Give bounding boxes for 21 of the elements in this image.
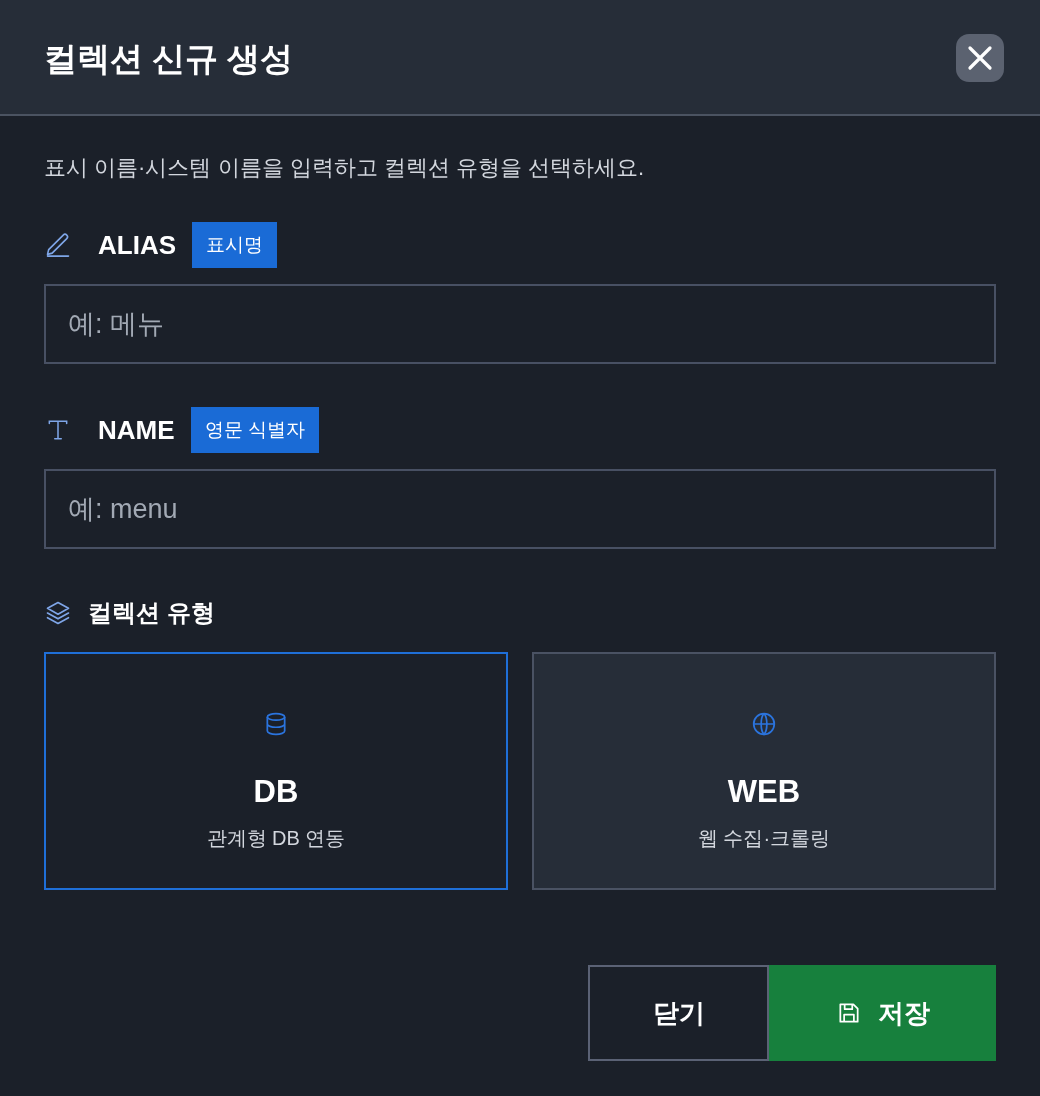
- globe-icon: [751, 711, 777, 737]
- close-dialog-button[interactable]: 닫기: [588, 965, 769, 1061]
- option-title: DB: [253, 774, 299, 810]
- dialog-description: 표시 이름·시스템 이름을 입력하고 컬렉션 유형을 선택하세요.: [44, 154, 646, 182]
- field-label: ALIAS: [98, 229, 176, 261]
- save-button[interactable]: 저장: [769, 965, 996, 1061]
- option-subtitle: 웹 수집·크롤링: [697, 826, 831, 851]
- field-badge: 영문 식별자: [190, 407, 319, 453]
- field-label: NAME: [98, 414, 175, 446]
- option-subtitle: 관계형 DB 연동: [206, 826, 346, 851]
- section-label: 컬렉션 유형: [88, 598, 215, 628]
- dialog-title: 컬렉션 신규 생성: [44, 38, 294, 79]
- input-field[interactable]: 예: menu: [44, 469, 996, 549]
- close-button[interactable]: [956, 34, 1004, 82]
- input-field[interactable]: 예: 메뉴: [44, 284, 996, 364]
- type-option-card[interactable]: WEB 웹 수집·크롤링: [532, 652, 996, 890]
- type-option-card[interactable]: DB 관계형 DB 연동: [44, 652, 508, 890]
- pencil-icon: [44, 231, 72, 259]
- option-title: WEB: [727, 774, 801, 810]
- database-icon: [263, 711, 289, 737]
- field-badge: 표시명: [192, 222, 277, 268]
